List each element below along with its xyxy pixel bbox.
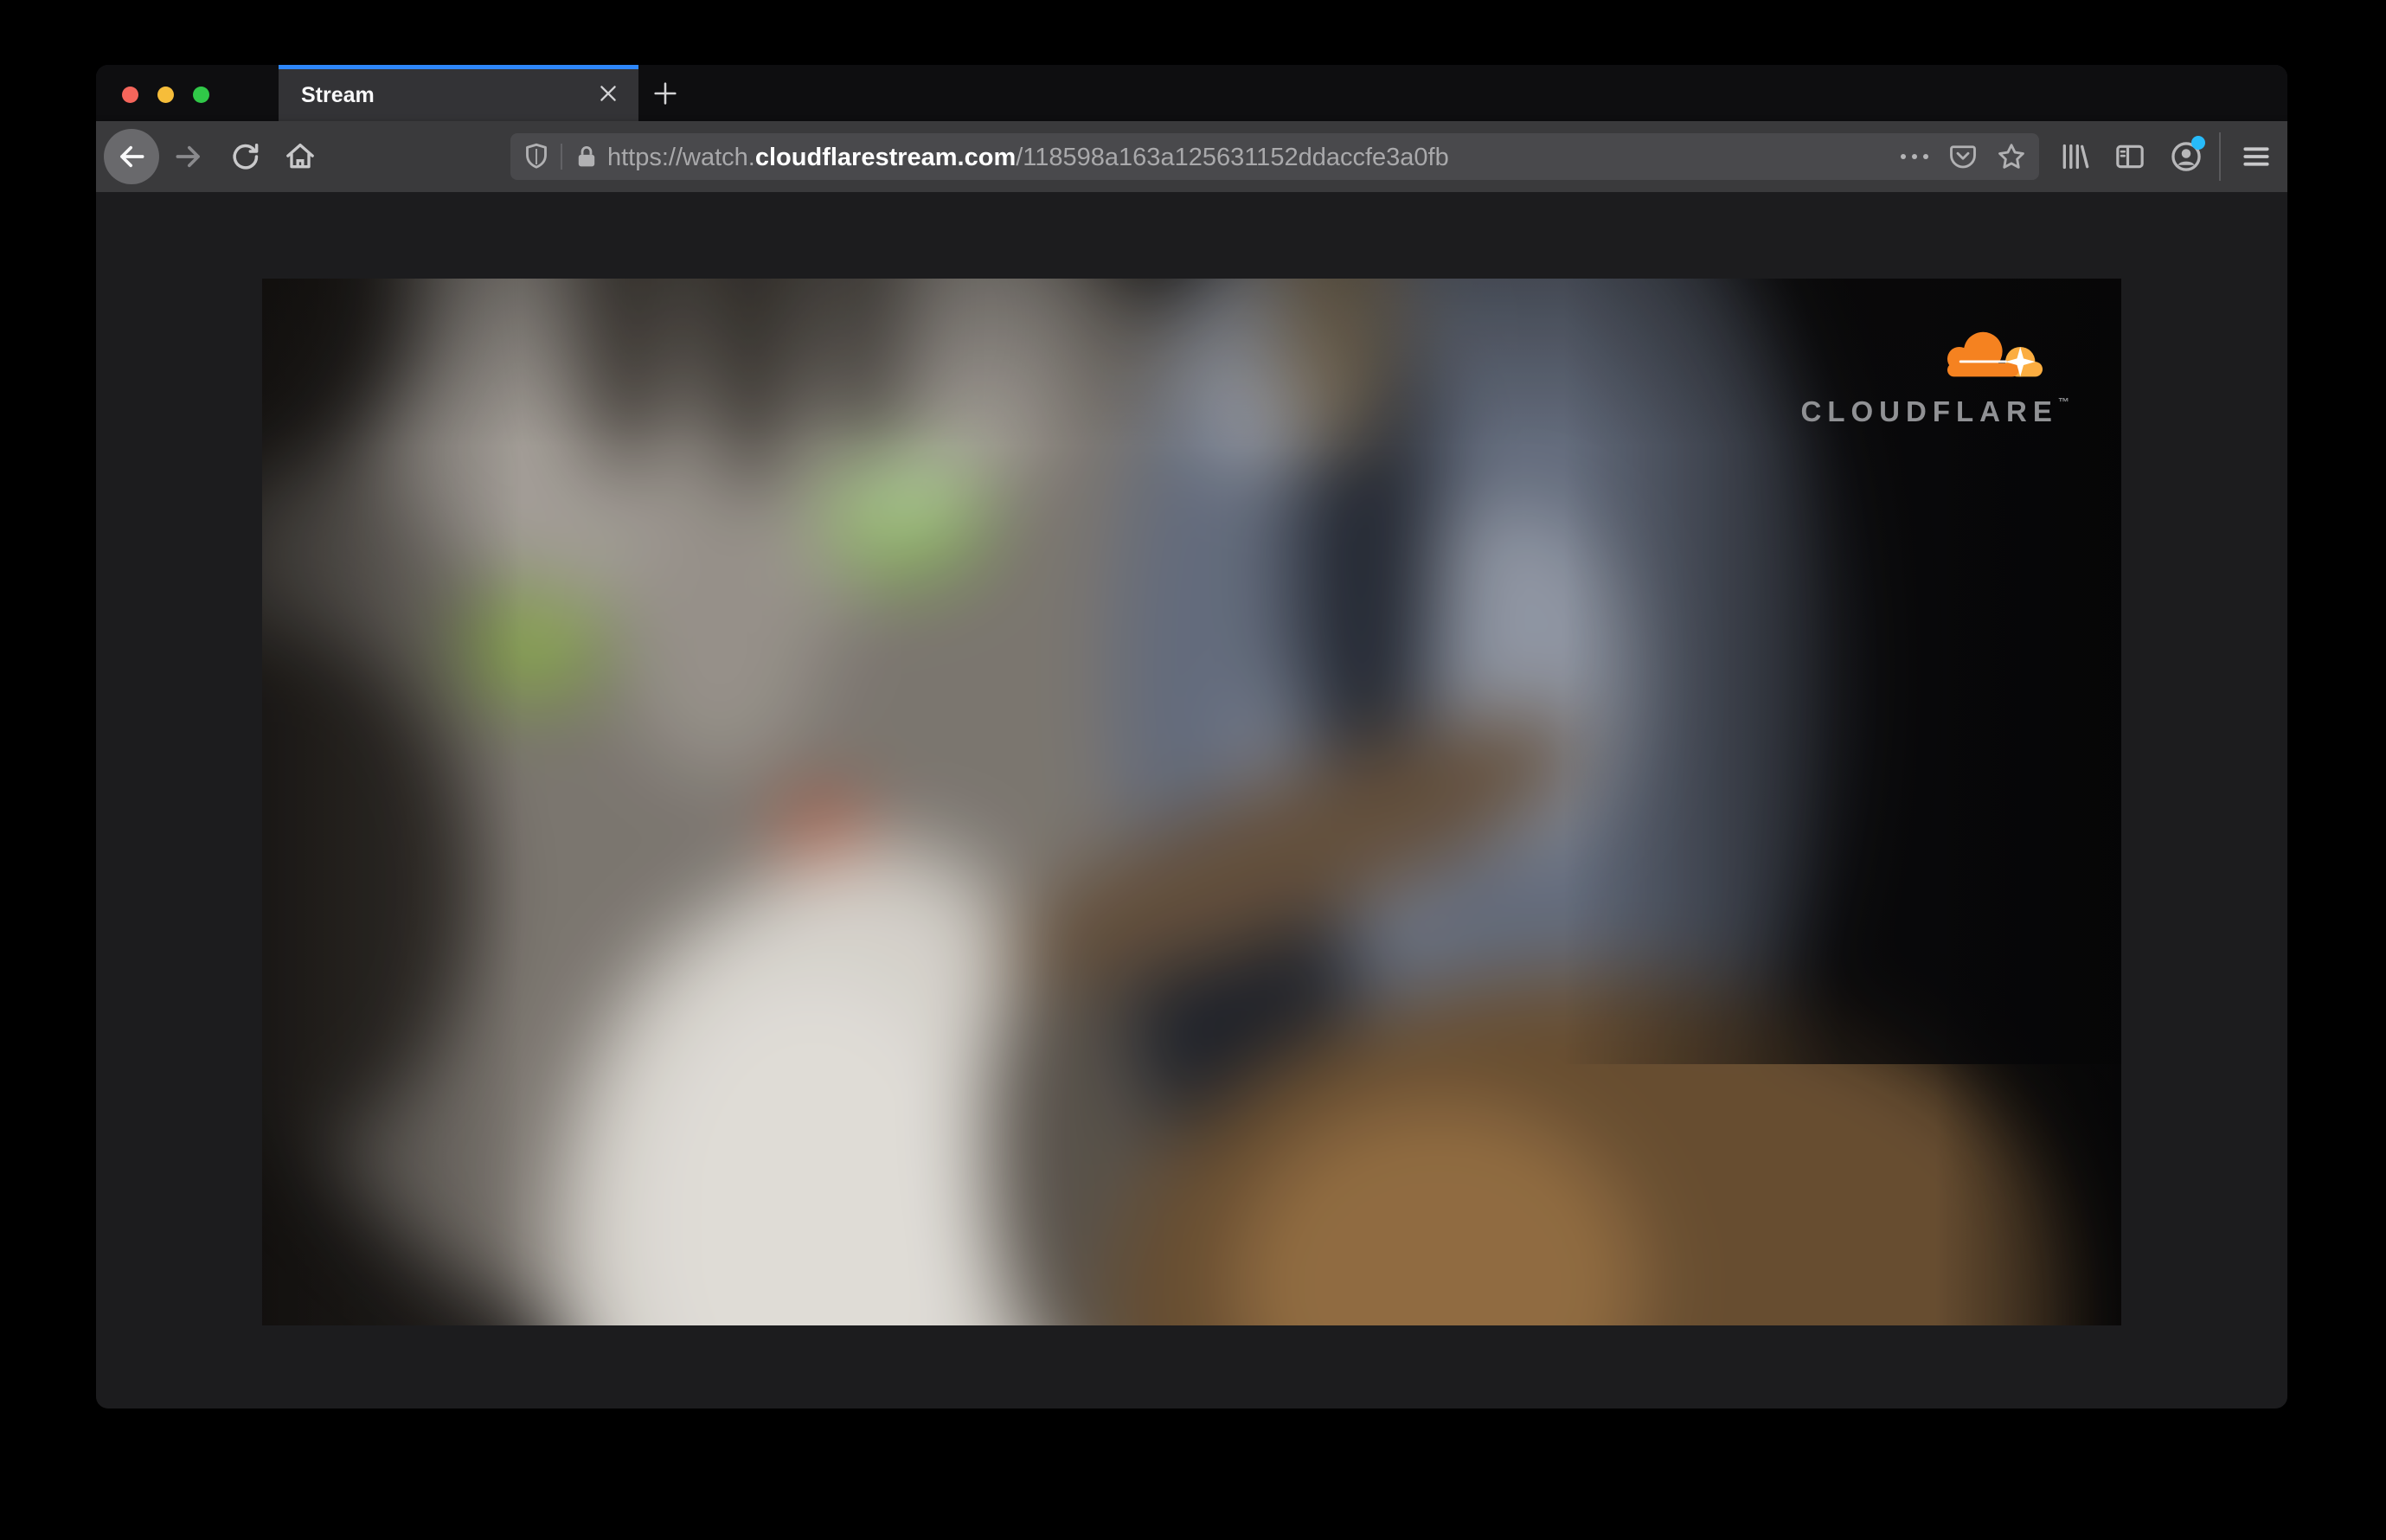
traffic-lights [122, 87, 209, 103]
close-tab-button[interactable] [592, 77, 625, 110]
tab-title: Stream [301, 83, 375, 107]
url-path: /118598a163a125631152ddaccfe3a0fb [1016, 144, 1449, 171]
reload-icon [228, 140, 261, 173]
video-blob [618, 480, 824, 778]
sidebar-icon [2113, 139, 2147, 174]
zoom-window-button[interactable] [193, 87, 209, 103]
tracking-protection-shield-icon[interactable] [521, 141, 552, 172]
url-domain: cloudflarestream.com [754, 144, 1017, 171]
cloudflare-watermark: CLOUDFLARE™ [1791, 323, 2069, 428]
urlbar-separator [561, 144, 562, 170]
x-icon [597, 82, 619, 105]
watermark-brand: CLOUDFLARE [1800, 395, 2058, 427]
account-button[interactable] [2165, 136, 2207, 177]
forward-button[interactable] [168, 136, 209, 177]
video-frame-blur [262, 279, 2121, 1325]
close-window-button[interactable] [122, 87, 138, 103]
reload-button[interactable] [224, 136, 266, 177]
plus-icon [651, 79, 680, 108]
url-bar[interactable]: https://watch.cloudflarestream.com/11859… [510, 133, 2039, 180]
page-content: CLOUDFLARE™ [96, 192, 2287, 1408]
menu-button[interactable] [2235, 136, 2277, 177]
browser-window: Stream https://watch.cloudflarestream.co… [96, 65, 2287, 1408]
urlbar-actions [1897, 133, 2029, 180]
url-prefix: https://watch. [607, 144, 755, 171]
page-actions-button[interactable] [1897, 139, 1932, 174]
sidebar-button[interactable] [2109, 136, 2151, 177]
ellipsis-icon [1901, 154, 1928, 159]
hamburger-icon [2240, 140, 2273, 173]
pocket-icon [1947, 141, 1979, 172]
forward-arrow-icon [172, 140, 205, 173]
url-text[interactable]: https://watch.cloudflarestream.com/11859… [607, 133, 1449, 180]
account-icon [2168, 136, 2205, 175]
video-player[interactable]: CLOUDFLARE™ [262, 279, 2121, 1325]
home-button[interactable] [279, 136, 321, 177]
video-blob [851, 461, 959, 524]
minimize-window-button[interactable] [157, 87, 174, 103]
new-tab-button[interactable] [647, 75, 683, 112]
titlebar: Stream [96, 65, 2287, 121]
pocket-save-button[interactable] [1946, 139, 1980, 174]
star-icon [1995, 140, 2028, 173]
video-blob [491, 610, 574, 678]
library-icon [2057, 139, 2092, 174]
bookmark-star-button[interactable] [1994, 139, 2029, 174]
connection-lock-icon[interactable] [572, 142, 601, 171]
toolbar-separator [2219, 132, 2221, 181]
account-notification-dot [2191, 136, 2205, 150]
library-button[interactable] [2054, 136, 2095, 177]
cloudflare-cloud-icon [1947, 331, 2043, 377]
navigation-toolbar: https://watch.cloudflarestream.com/11859… [96, 121, 2287, 192]
tab-stream[interactable]: Stream [279, 65, 638, 121]
back-button[interactable] [104, 129, 159, 184]
watermark-trademark: ™ [2057, 395, 2069, 408]
back-arrow-icon [115, 140, 148, 173]
home-icon [283, 139, 317, 174]
